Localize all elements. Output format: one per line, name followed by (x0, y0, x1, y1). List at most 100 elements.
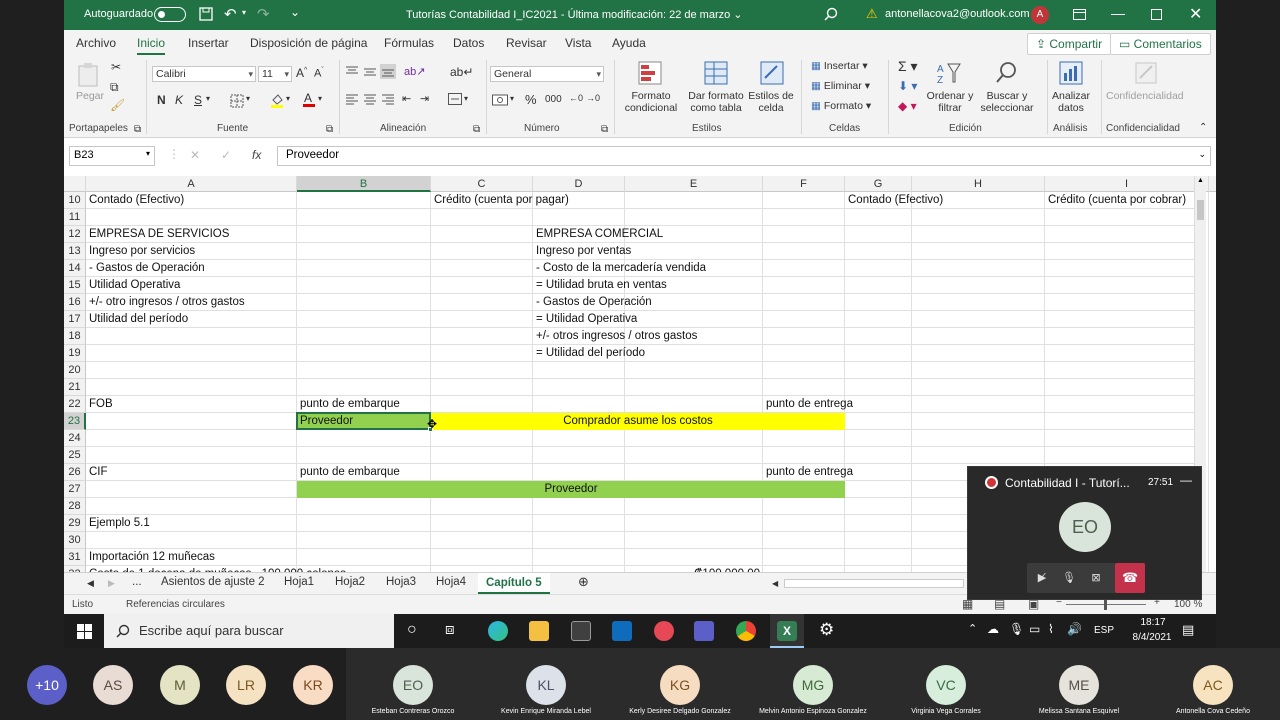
expand-formula-icon[interactable]: ⌄ (1198, 149, 1206, 160)
number-format-combo[interactable]: General (490, 66, 604, 82)
more-options-icon[interactable]: ⋮ (168, 147, 180, 161)
font-launcher-icon[interactable]: ⧉ (326, 124, 333, 135)
conditional-format-icon[interactable] (637, 60, 663, 86)
column-header-h[interactable]: H (912, 176, 1045, 192)
font-name-combo[interactable]: Calibri (152, 66, 256, 82)
row-header-17[interactable]: 17 (64, 311, 86, 328)
redo-icon[interactable]: ↷ (257, 5, 270, 23)
tab-disposicion[interactable]: Disposición de página (250, 36, 367, 50)
customize-toolbar-icon[interactable]: ⌄ (290, 5, 300, 19)
volume-icon[interactable]: 🔊 (1067, 622, 1082, 636)
underline-dropdown-icon[interactable]: ▾ (206, 94, 210, 103)
share-button[interactable]: ⇪ Compartir (1027, 33, 1112, 55)
input-language[interactable]: ESP (1094, 625, 1114, 636)
warning-icon[interactable]: ⚠ (866, 6, 878, 22)
decrease-decimal-icon[interactable]: →0 (586, 93, 600, 103)
maximize-icon[interactable] (1151, 9, 1162, 20)
font-color-dropdown-icon[interactable]: ▾ (318, 94, 322, 103)
participant-avatar[interactable]: KL (526, 665, 566, 705)
participant-avatar[interactable]: ME (1059, 665, 1099, 705)
mic-tray-icon[interactable]: 🎙 (1009, 622, 1024, 636)
tray-chevron-icon[interactable]: ⌃ (968, 622, 977, 635)
edge-icon[interactable] (488, 621, 508, 641)
row-header-31[interactable]: 31 (64, 549, 86, 566)
align-center-icon[interactable] (364, 94, 376, 105)
microphone-icon[interactable]: 🎙 (1062, 571, 1076, 585)
confidential-button[interactable]: Confidencialidad (1106, 90, 1184, 102)
next-sheet-icon[interactable]: ▶ (108, 578, 115, 589)
row-header-20[interactable]: 20 (64, 362, 86, 379)
zoom-level[interactable]: 100 % (1174, 599, 1202, 610)
analyze-data-icon[interactable] (1058, 60, 1084, 86)
confirm-entry-icon[interactable]: ✓ (221, 148, 231, 162)
save-icon[interactable] (199, 7, 213, 21)
share-screen-icon[interactable]: ⊠ (1089, 571, 1103, 585)
row-header-13[interactable]: 13 (64, 243, 86, 260)
fill-icon[interactable]: ⬇ ▾ (898, 79, 917, 93)
row-header-29[interactable]: 29 (64, 515, 86, 532)
conditional-format-label[interactable]: Formato condicional (620, 90, 682, 114)
participant-avatar[interactable]: MG (793, 665, 833, 705)
teams-call-window[interactable]: Contabilidad I - Tutorí... 27:51 — EO ▶̸… (967, 466, 1202, 600)
cell-D14[interactable]: - Costo de la mercadería vendida (533, 260, 1196, 277)
row-header-12[interactable]: 12 (64, 226, 86, 243)
find-select-icon[interactable] (994, 60, 1020, 86)
camera-off-icon[interactable]: ▶̸ (1035, 571, 1049, 585)
decrease-indent-icon[interactable]: ⇤ (402, 92, 411, 105)
sheet-tab-hoja2[interactable]: Hoja2 (335, 576, 365, 588)
participant-avatar[interactable]: EO (393, 665, 433, 705)
account-email[interactable]: antonellacova2@outlook.com (885, 8, 1029, 20)
column-header-i[interactable]: I (1045, 176, 1209, 192)
increase-decimal-icon[interactable]: ←0 (569, 93, 583, 103)
cell-D16[interactable]: - Gastos de Operación (533, 294, 1196, 311)
settings-icon[interactable]: ⚙ (819, 620, 834, 640)
task-view-icon[interactable]: ⧈ (445, 621, 455, 638)
comments-button[interactable]: ▭ Comentarios (1110, 33, 1211, 55)
column-header-e[interactable]: E (625, 176, 763, 192)
row-header-22[interactable]: 22 (64, 396, 86, 413)
align-right-icon[interactable] (382, 94, 394, 105)
column-header-b[interactable]: B (297, 176, 431, 192)
paint-icon[interactable] (654, 621, 674, 641)
merge-center-icon[interactable] (448, 93, 462, 105)
store-icon[interactable] (571, 621, 591, 641)
comma-style-button[interactable]: 000 (545, 94, 562, 105)
name-box[interactable]: B23 ▾ (69, 146, 155, 166)
increase-font-icon[interactable]: A^ (296, 66, 307, 80)
cell-D18[interactable]: +/- otros ingresos / otros gastos (533, 328, 1196, 345)
orientation-icon[interactable]: ab↗ (404, 65, 425, 78)
undo-dropdown-icon[interactable]: ▾ (242, 8, 246, 17)
row-header-14[interactable]: 14 (64, 260, 86, 277)
font-color-icon[interactable]: A (302, 91, 316, 108)
participant-avatar[interactable]: KR (293, 665, 333, 705)
cell-I10[interactable]: Crédito (cuenta por cobrar) (1045, 192, 1196, 209)
bold-button[interactable]: N (157, 93, 166, 107)
formula-input[interactable]: Proveedor ⌄ (277, 146, 1211, 166)
align-top-icon[interactable] (346, 66, 358, 77)
align-middle-icon[interactable] (364, 66, 376, 77)
cell-B27[interactable]: Proveedor (297, 481, 845, 498)
search-icon[interactable] (824, 7, 838, 21)
mail-icon[interactable] (612, 621, 632, 641)
row-header-16[interactable]: 16 (64, 294, 86, 311)
fill-color-dropdown-icon[interactable]: ▾ (286, 94, 290, 103)
network-icon[interactable]: ⌇ (1048, 622, 1054, 636)
align-left-icon[interactable] (346, 94, 358, 105)
column-header-a[interactable]: A (86, 176, 297, 192)
confidential-icon[interactable] (1133, 60, 1159, 86)
participant-avatar[interactable]: LR (226, 665, 266, 705)
status-circular-refs[interactable]: Referencias circulares (126, 599, 225, 610)
cell-D15[interactable]: = Utilidad bruta en ventas (533, 277, 1196, 294)
paste-icon[interactable] (76, 62, 102, 88)
delete-cells-button[interactable]: ▦ Eliminar ▾ (811, 80, 870, 92)
close-icon[interactable]: ✕ (1189, 4, 1202, 24)
sheet-tab-hoja3[interactable]: Hoja3 (386, 576, 416, 588)
autosum-icon[interactable]: Σ ▾ (898, 58, 918, 75)
row-header-24[interactable]: 24 (64, 430, 86, 447)
file-explorer-icon[interactable] (529, 621, 549, 641)
sheet-tab-hoja1[interactable]: Hoja1 (284, 576, 314, 588)
participant-avatar[interactable]: AS (93, 665, 133, 705)
row-header-10[interactable]: 10 (64, 192, 86, 209)
collapse-ribbon-icon[interactable]: ⌃ (1199, 122, 1207, 133)
analyze-data-label[interactable]: Analizar datos (1049, 90, 1093, 114)
